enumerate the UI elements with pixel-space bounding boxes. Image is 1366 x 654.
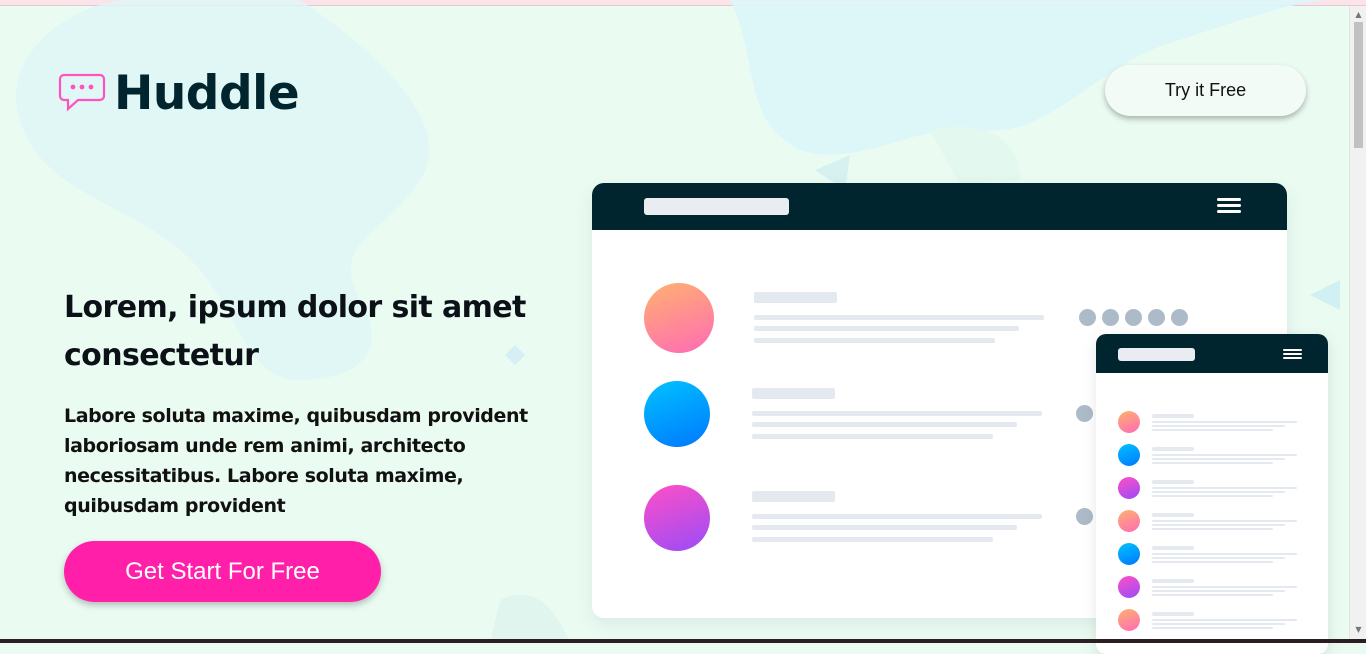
- placeholder-line: [752, 422, 1017, 427]
- avatar: [1118, 444, 1140, 466]
- avatar: [1118, 576, 1140, 598]
- hamburger-menu-icon: [1283, 349, 1302, 359]
- avatar: [1118, 510, 1140, 532]
- status-dot: [1148, 309, 1165, 326]
- mockup-title-placeholder: [1118, 348, 1195, 361]
- placeholder-line: [1152, 495, 1273, 497]
- avatar: [1118, 543, 1140, 565]
- status-dot: [1076, 508, 1093, 525]
- placeholder-line: [1152, 557, 1285, 559]
- placeholder-line: [1152, 553, 1297, 555]
- mockup-title-placeholder: [644, 198, 789, 215]
- placeholder-line: [1152, 546, 1194, 550]
- placeholder-line: [1152, 561, 1273, 563]
- browser-bottom-edge: [0, 639, 1366, 643]
- avatar: [644, 485, 710, 551]
- placeholder-line: [1152, 454, 1297, 456]
- placeholder-line: [1152, 462, 1273, 464]
- placeholder-line: [1152, 579, 1194, 583]
- placeholder-line: [752, 388, 835, 399]
- scrollbar-thumb[interactable]: [1354, 22, 1363, 148]
- placeholder-line: [1152, 586, 1297, 588]
- placeholder-line: [752, 434, 993, 439]
- speech-bubble-icon: [58, 73, 106, 111]
- illustration-mobile-mockup: [1096, 334, 1328, 654]
- placeholder-line: [754, 326, 1019, 331]
- brand-logo[interactable]: Huddle: [58, 66, 300, 121]
- placeholder-line: [1152, 425, 1285, 427]
- browser-top-edge: [0, 0, 1366, 6]
- placeholder-line: [1152, 627, 1273, 629]
- placeholder-line: [1152, 447, 1194, 451]
- placeholder-line: [752, 537, 993, 542]
- placeholder-line: [1152, 429, 1273, 431]
- status-dot: [1102, 309, 1119, 326]
- placeholder-line: [1152, 594, 1273, 596]
- placeholder-line: [1152, 513, 1194, 517]
- placeholder-line: [1152, 524, 1285, 526]
- avatar: [1118, 411, 1140, 433]
- try-it-free-button[interactable]: Try it Free: [1105, 65, 1306, 116]
- status-dot: [1079, 309, 1096, 326]
- scroll-up-arrow[interactable]: ▲: [1350, 8, 1366, 22]
- brand-name: Huddle: [114, 66, 300, 121]
- mockup-header-bar: [592, 183, 1287, 230]
- get-started-button[interactable]: Get Start For Free: [64, 541, 381, 602]
- avatar: [644, 381, 710, 447]
- placeholder-line: [1152, 619, 1297, 621]
- placeholder-line: [1152, 590, 1285, 592]
- scroll-down-arrow[interactable]: ▼: [1350, 623, 1366, 637]
- placeholder-line: [752, 525, 1017, 530]
- hamburger-menu-icon: [1217, 198, 1241, 213]
- placeholder-line: [754, 292, 837, 303]
- placeholder-line: [1152, 458, 1285, 460]
- mockup-header-bar: [1096, 334, 1328, 373]
- status-dot: [1125, 309, 1142, 326]
- placeholder-line: [1152, 480, 1194, 484]
- hero-headline: Lorem, ipsum dolor sit amet consectetur: [64, 290, 526, 373]
- avatar: [644, 283, 714, 353]
- placeholder-line: [1152, 487, 1297, 489]
- placeholder-line: [1152, 528, 1273, 530]
- avatar: [1118, 609, 1140, 631]
- placeholder-line: [1152, 421, 1297, 423]
- placeholder-line: [1152, 520, 1297, 522]
- placeholder-line: [1152, 491, 1285, 493]
- placeholder-line: [752, 514, 1042, 519]
- placeholder-line: [1152, 623, 1285, 625]
- placeholder-line: [754, 338, 995, 343]
- placeholder-line: [752, 491, 835, 502]
- placeholder-line: [754, 315, 1044, 320]
- vertical-scrollbar[interactable]: ▲ ▼: [1349, 6, 1366, 639]
- status-dot: [1171, 309, 1188, 326]
- hero-description: Labore soluta maxime, quibusdam providen…: [64, 405, 528, 517]
- avatar: [1118, 477, 1140, 499]
- placeholder-line: [1152, 612, 1194, 616]
- status-dot: [1076, 405, 1093, 422]
- placeholder-line: [752, 411, 1042, 416]
- placeholder-line: [1152, 414, 1194, 418]
